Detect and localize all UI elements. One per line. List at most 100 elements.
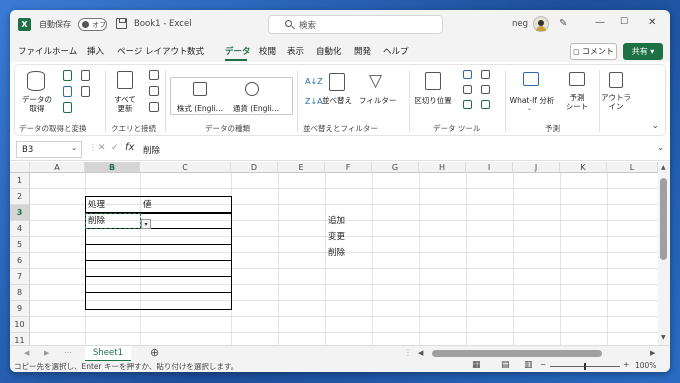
add-sheet-icon[interactable]: ⊕ bbox=[150, 346, 159, 359]
normal-view-icon[interactable]: ▦ bbox=[472, 360, 481, 370]
tab-automate[interactable]: 自動化 bbox=[316, 45, 342, 57]
row-header[interactable]: 1 bbox=[10, 173, 30, 189]
row-header[interactable]: 10 bbox=[10, 317, 30, 333]
save-icon[interactable] bbox=[116, 18, 127, 29]
row-header[interactable]: 2 bbox=[10, 189, 30, 205]
remove-duplicates-icon[interactable] bbox=[463, 85, 472, 94]
prev-sheet-icon[interactable]: ◀ bbox=[24, 349, 29, 357]
expand-formula-icon[interactable]: ⌄ bbox=[657, 143, 664, 152]
recent-sources-icon[interactable] bbox=[81, 70, 90, 81]
tab-review[interactable]: 校閲 bbox=[259, 45, 276, 57]
column-header[interactable]: B bbox=[85, 162, 140, 173]
minimize-icon[interactable]: — bbox=[595, 17, 605, 28]
outline-button[interactable]: アウトラ イン bbox=[601, 93, 631, 111]
database-icon[interactable] bbox=[27, 71, 45, 91]
enter-icon[interactable]: ✓ bbox=[111, 143, 119, 153]
get-data-button[interactable]: データの 取得 bbox=[21, 95, 53, 113]
column-header[interactable]: A bbox=[30, 162, 85, 173]
column-header[interactable]: H bbox=[419, 162, 466, 173]
user-name[interactable]: neg bbox=[512, 19, 528, 29]
data-validation-icon[interactable] bbox=[463, 100, 472, 109]
outline-icon[interactable] bbox=[609, 72, 623, 88]
sort-za-icon[interactable]: Z↓A bbox=[305, 97, 323, 106]
avatar[interactable] bbox=[533, 16, 549, 32]
row-header[interactable]: 7 bbox=[10, 269, 30, 285]
sort-button[interactable]: 並べ替え bbox=[321, 95, 353, 106]
name-box[interactable]: B3 ⌄ bbox=[16, 141, 82, 158]
table-range-icon[interactable] bbox=[63, 102, 72, 113]
row-header[interactable]: 4 bbox=[10, 221, 30, 237]
consolidate-icon[interactable] bbox=[481, 70, 490, 79]
column-header[interactable]: D bbox=[231, 162, 278, 173]
tab-insert[interactable]: 挿入 bbox=[87, 45, 104, 57]
sort-icon[interactable] bbox=[329, 73, 345, 91]
relationships-icon[interactable] bbox=[481, 85, 490, 94]
tab-developer[interactable]: 開発 bbox=[354, 45, 371, 57]
cell-f5[interactable]: 削除 bbox=[326, 245, 345, 261]
column-header[interactable]: C bbox=[140, 162, 231, 173]
currencies-item[interactable]: 通貨 (Engli… bbox=[231, 103, 281, 114]
worksheet-grid[interactable]: A B C D E F G H I J K L 1 2 3 4 5 6 7 8 … bbox=[10, 162, 658, 349]
sheet-tab[interactable]: Sheet1 bbox=[85, 346, 131, 362]
cancel-icon[interactable]: ✕ bbox=[98, 143, 106, 153]
tab-data[interactable]: データ bbox=[225, 45, 251, 57]
edit-links-icon[interactable] bbox=[149, 102, 159, 112]
filter-icon[interactable]: ▽ bbox=[369, 71, 382, 91]
tab-view[interactable]: 表示 bbox=[287, 45, 304, 57]
cell-c2[interactable]: 値 bbox=[141, 197, 152, 213]
function-icon[interactable]: fx bbox=[125, 142, 134, 153]
pen-icon[interactable]: ✎ bbox=[559, 18, 567, 29]
cell-f3[interactable]: 追加 bbox=[326, 213, 345, 229]
queries-connections-icon[interactable] bbox=[149, 70, 159, 80]
cell-b2[interactable]: 処理 bbox=[86, 197, 105, 213]
search-box[interactable]: 検索 bbox=[268, 15, 443, 34]
column-header[interactable]: L bbox=[607, 162, 658, 173]
tab-formulas[interactable]: 数式 bbox=[187, 45, 204, 57]
horizontal-scroll-thumb[interactable] bbox=[432, 350, 602, 357]
existing-connections-icon[interactable] bbox=[81, 86, 90, 97]
dropdown-arrow-icon[interactable]: ▾ bbox=[141, 219, 151, 229]
stocks-item[interactable]: 株式 (Engli… bbox=[175, 103, 225, 114]
refresh-all-button[interactable]: すべて 更新 bbox=[111, 95, 139, 113]
row-header[interactable]: 9 bbox=[10, 301, 30, 317]
properties-icon[interactable] bbox=[149, 86, 159, 96]
column-header[interactable]: I bbox=[466, 162, 513, 173]
row-header[interactable]: 6 bbox=[10, 253, 30, 269]
forecast-sheet-button[interactable]: 予測 シート bbox=[563, 93, 591, 111]
vertical-scrollbar[interactable]: ▲ ▼ bbox=[658, 162, 670, 345]
next-sheet-icon[interactable]: ▶ bbox=[44, 349, 49, 357]
data-model-icon[interactable] bbox=[481, 100, 490, 109]
row-header[interactable]: 8 bbox=[10, 285, 30, 301]
column-header[interactable]: K bbox=[560, 162, 607, 173]
web-icon[interactable] bbox=[63, 86, 72, 97]
maximize-icon[interactable]: ☐ bbox=[620, 17, 628, 27]
filter-button[interactable]: フィルター bbox=[359, 95, 396, 106]
page-break-view-icon[interactable]: ▥ bbox=[524, 360, 533, 370]
page-layout-view-icon[interactable]: ▤ bbox=[501, 360, 510, 370]
text-to-columns-button[interactable]: 区切り位置 bbox=[413, 95, 453, 106]
tab-page-layout[interactable]: ページ レイアウト bbox=[117, 45, 188, 57]
select-all-corner[interactable] bbox=[10, 162, 30, 173]
comment-button[interactable]: ▢ コメント bbox=[570, 43, 617, 60]
zoom-level[interactable]: 100% bbox=[635, 361, 656, 370]
refresh-all-icon[interactable] bbox=[117, 71, 133, 89]
chevron-down-icon[interactable]: ⌄ bbox=[527, 105, 532, 112]
scroll-up-icon[interactable]: ▲ bbox=[661, 164, 666, 171]
column-header[interactable]: F bbox=[325, 162, 372, 173]
share-button[interactable]: 共有 ▾ bbox=[623, 43, 663, 60]
column-header[interactable]: G bbox=[372, 162, 419, 173]
sort-az-icon[interactable]: A↓Z bbox=[305, 77, 323, 86]
forecast-sheet-icon[interactable] bbox=[569, 72, 585, 86]
scroll-left-icon[interactable]: ◀ bbox=[418, 349, 423, 357]
flash-fill-icon[interactable] bbox=[463, 70, 472, 79]
row-header[interactable]: 3 bbox=[10, 205, 30, 221]
column-header[interactable]: J bbox=[513, 162, 560, 173]
zoom-slider-thumb[interactable] bbox=[584, 363, 586, 370]
text-csv-icon[interactable] bbox=[63, 70, 72, 81]
zoom-out-icon[interactable]: − bbox=[540, 360, 546, 369]
scroll-thumb[interactable] bbox=[660, 178, 667, 260]
scroll-down-icon[interactable]: ▼ bbox=[661, 334, 666, 341]
text-to-columns-icon[interactable] bbox=[425, 72, 441, 90]
cell-f4[interactable]: 変更 bbox=[326, 229, 345, 245]
zoom-in-icon[interactable]: + bbox=[623, 360, 629, 369]
